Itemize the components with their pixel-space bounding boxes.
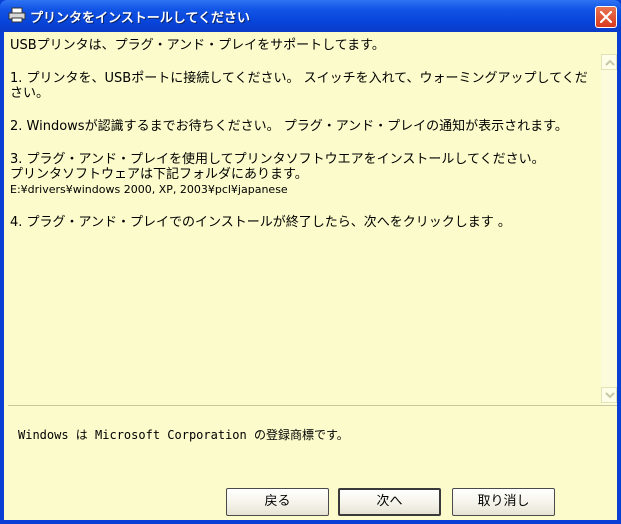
step-1-text: 1. プリンタを、USBポートに接続してください。 スイッチを入れて、ウォーミン… xyxy=(10,71,588,101)
printer-icon xyxy=(8,7,26,23)
close-button[interactable] xyxy=(595,6,617,28)
window-title: プリンタをインストールしてください xyxy=(30,11,250,26)
scroll-up-button[interactable] xyxy=(601,54,617,70)
vertical-scrollbar[interactable] xyxy=(601,54,617,405)
scroll-down-arrow-icon xyxy=(605,392,615,399)
back-button[interactable]: 戻る xyxy=(226,488,329,516)
dialog-client-area: USBプリンタは、プラグ・アンド・プレイをサポートしてます。 1. プリンタを、… xyxy=(4,32,617,520)
next-button[interactable]: 次へ xyxy=(338,488,441,516)
close-icon xyxy=(600,11,612,23)
installer-window: プリンタをインストールしてください USBプリンタは、プラグ・アンド・プレイをサ… xyxy=(0,0,621,524)
step-3-block: 3. プラグ・アンド・プレイを使用してプリンタソフトウエアをインストールしてくだ… xyxy=(10,152,597,197)
step-3-text: 3. プラグ・アンド・プレイを使用してプリンタソフトウエアをインストールしてくだ… xyxy=(10,152,545,167)
intro-text: USBプリンタは、プラグ・アンド・プレイをサポートしてます。 xyxy=(10,38,385,53)
divider xyxy=(8,405,617,406)
driver-folder-path: E:¥drivers¥windows 2000, XP, 2003¥pcl¥ja… xyxy=(10,183,288,196)
step-2-text: 2. Windowsが認識するまでお待ちください。 プラグ・アンド・プレイの通知… xyxy=(10,119,568,134)
step-3-folder-note: プリンタソフトウェアは下記フォルダにあります。 xyxy=(10,167,308,182)
step-4-text: 4. プラグ・アンド・プレイでのインストールが終了したら、次へをクリックします … xyxy=(10,215,511,230)
trademark-note: Windows は Microsoft Corporation の登録商標です。 xyxy=(18,428,349,442)
instructions-pane: USBプリンタは、プラグ・アンド・プレイをサポートしてます。 1. プリンタを、… xyxy=(8,32,601,405)
scroll-up-arrow-icon xyxy=(605,59,615,66)
title-bar[interactable]: プリンタをインストールしてください xyxy=(0,0,621,32)
cancel-button[interactable]: 取り消し xyxy=(452,488,555,516)
scroll-down-button[interactable] xyxy=(601,387,617,403)
